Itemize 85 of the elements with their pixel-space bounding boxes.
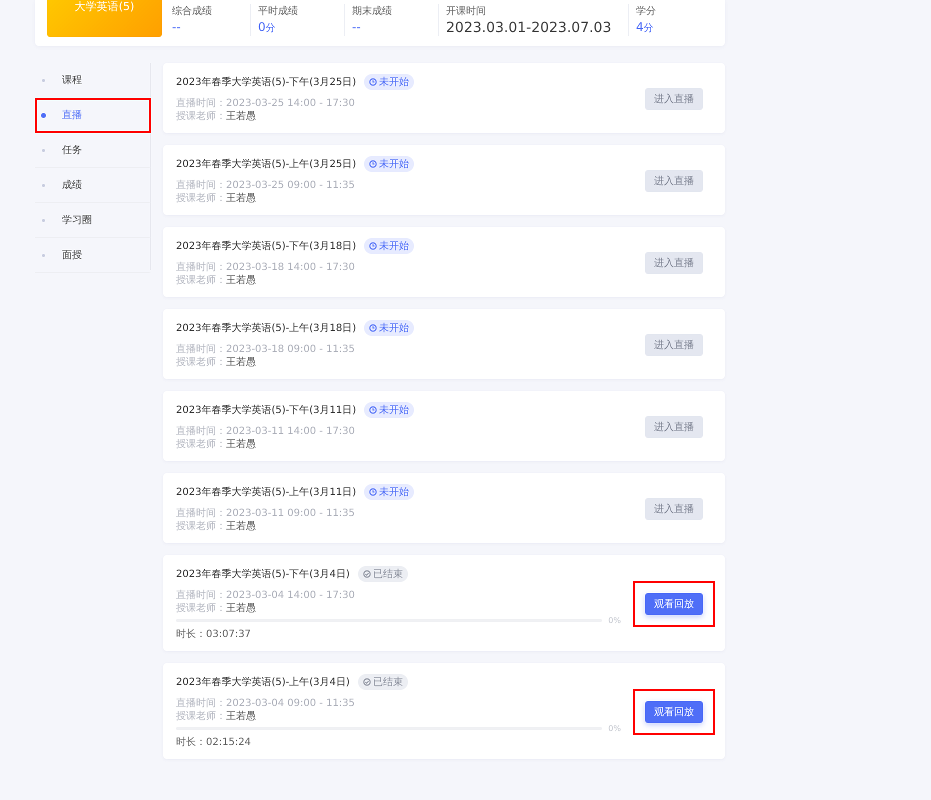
session-title: 2023年春季大学英语(5)-下午(3月11日)	[176, 404, 356, 417]
meta-value: 王若愚	[226, 603, 256, 614]
meta-label: 授课老师：	[176, 357, 226, 368]
clock-icon	[369, 324, 378, 332]
meta-label: 授课老师：	[176, 439, 226, 450]
status-badge: 未开始	[364, 402, 414, 418]
meta-value: 王若愚	[226, 357, 256, 368]
status-badge: 已结束	[358, 674, 408, 690]
meta-value: 2023-03-04 14:00 - 17:30	[226, 590, 355, 601]
clock-icon	[369, 488, 378, 496]
dot-icon	[42, 78, 45, 82]
status-badge: 未开始	[364, 74, 414, 90]
meta-label: 授课老师：	[176, 521, 226, 532]
meta-label: 授课老师：	[176, 111, 226, 122]
meta-label: 直播时间：	[176, 180, 226, 191]
stat-label: 学分	[636, 5, 657, 18]
stat-label: 开课时间	[446, 4, 487, 18]
dot-icon	[42, 148, 45, 152]
meta-value: 王若愚	[226, 439, 256, 450]
meta-value: 2023-03-11 09:00 - 11:35	[226, 508, 355, 519]
session-title: 2023年春季大学英语(5)-上午(3月25日)	[176, 158, 356, 171]
meta-value: 王若愚	[226, 711, 256, 722]
dot-icon	[41, 112, 46, 118]
meta-label: 直播时间：	[176, 508, 226, 519]
nav-item[interactable]: 面授	[35, 238, 151, 273]
nav-item[interactable]: 任务	[35, 133, 151, 168]
progress-reading: 0%	[608, 724, 621, 733]
dot-icon	[42, 184, 45, 186]
status-badge: 未开始	[364, 238, 414, 254]
clock-icon	[369, 242, 378, 250]
meta-label: 授课老师：	[176, 275, 226, 286]
meta-value: 王若愚	[226, 275, 256, 286]
session-title: 2023年春季大学英语(5)-下午(3月4日)	[176, 568, 350, 581]
meta-value: 王若愚	[226, 111, 256, 122]
session-title: 2023年春季大学英语(5)-下午(3月25日)	[176, 76, 356, 89]
stat-label: 平时成绩	[258, 4, 299, 18]
clock-icon	[369, 406, 378, 414]
duration-text: 时长：03:07:37	[176, 628, 252, 641]
meta-value: 2023-03-11 14:00 - 17:30	[226, 426, 355, 437]
check-circle-icon	[362, 570, 371, 578]
session-title: 2023年春季大学英语(5)-上午(3月4日)	[176, 676, 350, 689]
cover-title: 大学英语(5)	[74, 0, 134, 14]
stat-value: --	[352, 20, 362, 34]
replay-button[interactable]: 观看回放	[645, 700, 703, 722]
meta-label: 直播时间：	[176, 426, 226, 437]
status-badge: 已结束	[358, 566, 408, 582]
nav-item[interactable]: 成绩	[35, 168, 151, 203]
stat-value: 2023.03.01-2023.07.03	[446, 20, 612, 36]
meta-label: 授课老师：	[176, 711, 226, 722]
meta-value: 2023-03-04 09:00 - 11:35	[226, 698, 355, 709]
dot-icon	[42, 254, 45, 256]
check-circle-icon	[362, 678, 371, 686]
stat-label: 期末成绩	[352, 4, 393, 18]
replay-button[interactable]: 观看回放	[645, 592, 703, 614]
duration-text: 时长：02:15:24	[176, 736, 252, 749]
meta-label: 直播时间：	[176, 262, 226, 273]
nav-item[interactable]: 课程	[35, 63, 151, 98]
meta-label: 授课老师：	[176, 193, 226, 204]
status-badge: 未开始	[364, 156, 414, 172]
stat-value: 0分	[258, 20, 277, 35]
clock-icon	[369, 160, 378, 168]
meta-value: 2023-03-25 09:00 - 11:35	[226, 180, 355, 191]
meta-label: 直播时间：	[176, 590, 226, 601]
status-badge: 未开始	[364, 320, 414, 336]
progress-reading: 0%	[608, 616, 621, 625]
stat-value: 4分	[636, 20, 655, 35]
meta-label: 授课老师：	[176, 603, 226, 614]
clock-icon	[369, 78, 378, 86]
meta-value: 2023-03-18 14:00 - 17:30	[226, 262, 355, 273]
session-title: 2023年春季大学英语(5)-上午(3月18日)	[176, 322, 356, 335]
meta-value: 王若愚	[226, 193, 256, 204]
meta-label: 直播时间：	[176, 698, 226, 709]
meta-value: 2023-03-18 09:00 - 11:35	[226, 344, 355, 355]
dot-icon	[42, 218, 45, 222]
meta-value: 2023-03-25 14:00 - 17:30	[226, 98, 355, 109]
stat-value: --	[172, 20, 182, 34]
meta-value: 王若愚	[226, 521, 256, 532]
status-badge: 未开始	[364, 484, 414, 500]
meta-label: 直播时间：	[176, 98, 226, 109]
stat-label: 综合成绩	[172, 4, 213, 18]
session-title: 2023年春季大学英语(5)-上午(3月11日)	[176, 486, 356, 499]
meta-label: 直播时间：	[176, 344, 226, 355]
nav-item[interactable]: 学习圈	[35, 203, 151, 238]
session-title: 2023年春季大学英语(5)-下午(3月18日)	[176, 240, 356, 253]
nav-item[interactable]: 直播	[35, 98, 151, 133]
